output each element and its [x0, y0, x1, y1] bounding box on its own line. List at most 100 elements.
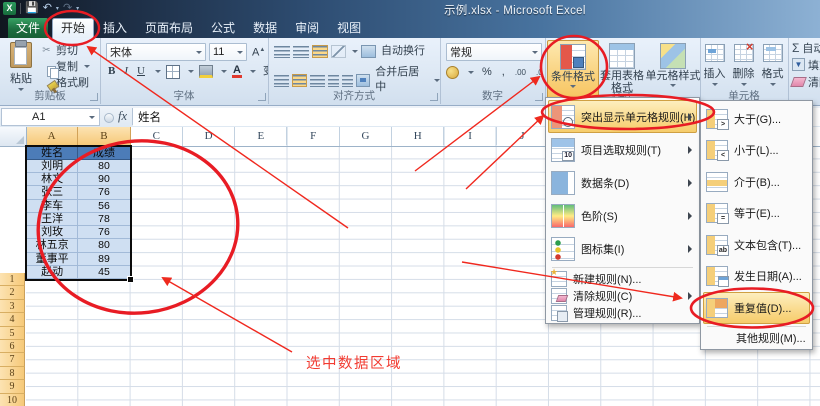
submenu-item-less-than[interactable]: <小于(L)...: [703, 135, 810, 167]
orientation-icon[interactable]: [331, 45, 346, 58]
menu-item-highlight-cells-rules[interactable]: 突出显示单元格规则(H): [548, 100, 697, 133]
column-header-F[interactable]: F: [288, 127, 340, 145]
qat-customize-icon[interactable]: ▾: [76, 5, 79, 12]
cell-A9[interactable]: 董事平: [27, 253, 78, 266]
increase-decimal-button[interactable]: .00: [513, 67, 528, 78]
dialog-launcher-icon[interactable]: [258, 93, 266, 101]
row-header-3[interactable]: 3: [0, 300, 25, 313]
percent-style-button[interactable]: %: [480, 65, 494, 80]
merge-center-icon[interactable]: [356, 74, 370, 87]
fill-handle[interactable]: [127, 276, 134, 283]
row-header-4[interactable]: 4: [0, 313, 25, 326]
tab-home[interactable]: 开始: [52, 18, 94, 38]
decrease-indent-button[interactable]: [328, 74, 339, 87]
wrap-text-icon[interactable]: [361, 45, 376, 58]
align-center-button[interactable]: [292, 74, 307, 87]
column-header-J[interactable]: J: [497, 127, 549, 145]
cell-A7[interactable]: 刘玫: [27, 226, 78, 239]
wrap-text-button[interactable]: 自动换行: [379, 44, 427, 59]
cell-A4[interactable]: 张三: [27, 186, 78, 199]
menu-item-icon-sets[interactable]: 图标集(I): [548, 232, 697, 265]
tab-review[interactable]: 审阅: [286, 18, 328, 38]
align-middle-button[interactable]: [293, 45, 309, 58]
row-header-5[interactable]: 5: [0, 327, 25, 340]
increase-indent-button[interactable]: [342, 74, 353, 87]
select-all-corner[interactable]: [0, 127, 27, 147]
insert-function-button[interactable]: fx: [118, 109, 127, 124]
submenu-item-equal-to[interactable]: =等于(E)...: [703, 198, 810, 230]
align-top-button[interactable]: [274, 45, 290, 58]
font-name-select[interactable]: 宋体: [106, 43, 206, 61]
decrease-decimal-button[interactable]: .0: [534, 67, 545, 78]
cell-A1[interactable]: 姓名: [27, 147, 78, 160]
cell-B8[interactable]: 80: [78, 239, 129, 252]
redo-icon[interactable]: ↷: [63, 2, 72, 15]
column-header-B[interactable]: B: [78, 127, 130, 146]
bold-button[interactable]: B: [106, 64, 117, 79]
column-header-D[interactable]: D: [183, 127, 235, 145]
row-header-7[interactable]: 7: [0, 353, 25, 366]
submenu-item-more-rules[interactable]: 其他规则(M)...: [703, 329, 810, 347]
cell-B9[interactable]: 89: [78, 253, 129, 266]
tab-page-layout[interactable]: 页面布局: [136, 18, 202, 38]
font-color-icon[interactable]: A: [232, 65, 242, 78]
menu-item-top-bottom-rules[interactable]: 项目选取规则(T): [548, 133, 697, 166]
row-header-9[interactable]: 9: [0, 380, 25, 393]
fill-color-icon[interactable]: [199, 65, 213, 78]
row-header-2[interactable]: 2: [0, 286, 25, 299]
align-right-button[interactable]: [310, 74, 325, 87]
submenu-item-between[interactable]: 介于(B)...: [703, 166, 810, 198]
row-header-1[interactable]: 1: [0, 273, 25, 286]
column-header-H[interactable]: H: [392, 127, 444, 145]
tab-file[interactable]: 文件: [8, 18, 48, 38]
tab-insert[interactable]: 插入: [94, 18, 136, 38]
grow-font-button[interactable]: A▲: [250, 43, 267, 61]
selection-range[interactable]: 姓名成绩刘明80林文90张三76李车56王洋78刘玫76林五京80董事平89赵动…: [25, 145, 132, 281]
submenu-item-date-occurring[interactable]: 发生日期(A)...: [703, 261, 810, 293]
cell-B1[interactable]: 成绩: [78, 147, 129, 160]
undo-icon[interactable]: ↶: [43, 2, 52, 15]
save-icon[interactable]: 💾: [25, 2, 39, 15]
cell-A2[interactable]: 刘明: [27, 160, 78, 173]
submenu-item-greater-than[interactable]: >大于(G)...: [703, 103, 810, 135]
submenu-item-duplicate-values[interactable]: 重复值(D)...: [703, 292, 810, 324]
cell-B7[interactable]: 76: [78, 226, 129, 239]
cell-A6[interactable]: 王洋: [27, 213, 78, 226]
menu-item-manage-rules[interactable]: 管理规则(R)...: [548, 304, 697, 321]
cell-B10[interactable]: 45: [78, 266, 129, 279]
menu-item-clear-rules[interactable]: 清除规则(C): [548, 287, 697, 304]
align-bottom-button[interactable]: [312, 45, 328, 58]
submenu-item-text-contains[interactable]: ab文本包含(T)...: [703, 229, 810, 261]
column-header-G[interactable]: G: [340, 127, 392, 145]
align-left-button[interactable]: [274, 74, 289, 87]
tab-formulas[interactable]: 公式: [202, 18, 244, 38]
dialog-launcher-icon[interactable]: [90, 93, 98, 101]
cell-B5[interactable]: 56: [78, 200, 129, 213]
column-header-E[interactable]: E: [235, 127, 287, 145]
dialog-launcher-icon[interactable]: [535, 93, 543, 101]
number-format-select[interactable]: 常规: [446, 43, 542, 61]
accounting-format-icon[interactable]: [446, 66, 459, 79]
italic-button[interactable]: I: [122, 64, 130, 79]
cut-button[interactable]: ✂ 剪切: [40, 42, 90, 58]
column-header-C[interactable]: C: [131, 127, 183, 145]
row-header-6[interactable]: 6: [0, 340, 25, 353]
fill-button[interactable]: ▼ 填充: [792, 57, 820, 72]
tab-data[interactable]: 数据: [244, 18, 286, 38]
underline-button[interactable]: U: [135, 64, 147, 79]
menu-item-color-scales[interactable]: 色阶(S): [548, 199, 697, 232]
comma-style-button[interactable]: ,: [500, 65, 507, 80]
cell-A8[interactable]: 林五京: [27, 239, 78, 252]
cell-B3[interactable]: 90: [78, 173, 129, 186]
row-header-10[interactable]: 10: [0, 394, 25, 406]
cell-B2[interactable]: 80: [78, 160, 129, 173]
undo-dropdown-icon[interactable]: ▾: [56, 5, 59, 12]
cell-A5[interactable]: 李车: [27, 200, 78, 213]
autosum-button[interactable]: Σ 自动求和: [792, 40, 820, 55]
menu-item-data-bars[interactable]: 数据条(D): [548, 166, 697, 199]
clear-button[interactable]: 清除: [792, 74, 820, 89]
column-header-I[interactable]: I: [444, 127, 496, 145]
cell-A10[interactable]: 赵动: [27, 266, 78, 279]
font-size-select[interactable]: 11: [209, 43, 247, 61]
cell-A3[interactable]: 林文: [27, 173, 78, 186]
